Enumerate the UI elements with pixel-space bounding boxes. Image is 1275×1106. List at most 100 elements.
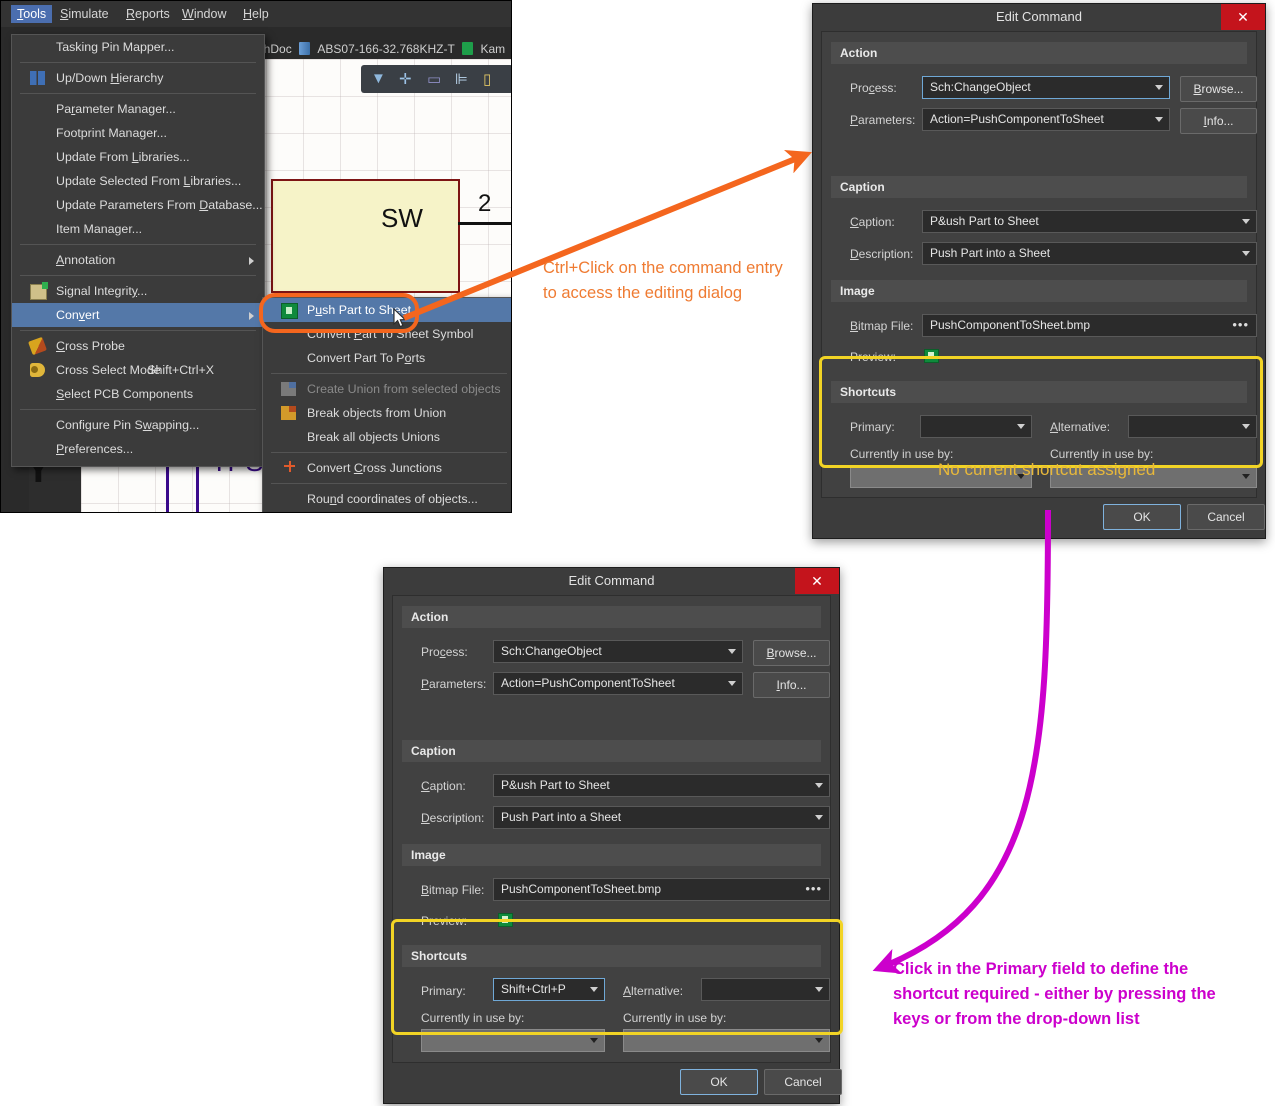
chevron-down-icon[interactable]	[815, 1038, 823, 1043]
filter-icon[interactable]: ▼	[371, 70, 386, 87]
primary-shortcut-field[interactable]: Shift+Ctrl+P	[493, 978, 605, 1001]
menu-item-update-parameters-from-database[interactable]: Update Parameters From Database...	[12, 193, 264, 217]
chevron-down-icon[interactable]	[1242, 474, 1250, 479]
doc-tab-3[interactable]: Kam	[480, 42, 505, 56]
menu-item-update-selected-from-libraries[interactable]: Update Selected From Libraries...	[12, 169, 264, 193]
menu-item-configure-pin-swapping[interactable]: Configure Pin Swapping...	[12, 413, 264, 437]
chevron-down-icon[interactable]	[815, 987, 823, 992]
menu-item-break-objects-from-union[interactable]: Break objects from Union	[263, 401, 511, 425]
menu-item-item-manager[interactable]: Item Manager...	[12, 217, 264, 241]
info-button[interactable]: Info...	[1180, 108, 1257, 134]
application-menubar[interactable]: Tools Simulate Reports Window Help	[1, 1, 511, 27]
tools-dropdown-menu[interactable]: Tasking Pin Mapper... Up/Down Hierarchy …	[11, 34, 265, 467]
menubar-item-simulate[interactable]: Simulate	[54, 5, 115, 23]
caption-label: Caption:	[850, 215, 895, 229]
in-use-alt-label: Currently in use by:	[1050, 447, 1154, 461]
alternative-label: Alternative:	[623, 984, 684, 998]
chevron-down-icon[interactable]	[590, 1038, 598, 1043]
chevron-down-icon[interactable]	[1242, 424, 1250, 429]
chevron-down-icon[interactable]	[1242, 251, 1250, 256]
chevron-down-icon[interactable]	[1155, 85, 1163, 90]
section-header-action: Action	[831, 42, 1247, 64]
chevron-down-icon[interactable]	[728, 681, 736, 686]
pin-number-2: 2	[478, 190, 492, 217]
primary-shortcut-field[interactable]	[920, 415, 1032, 438]
dialog-body: Action Process: Sch:ChangeObject Browse.…	[821, 31, 1257, 498]
chevron-down-icon[interactable]	[815, 815, 823, 820]
caption-field[interactable]: P&ush Part to Sheet	[922, 210, 1257, 233]
menu-item-break-all-objects-unions[interactable]: Break all objects Unions	[263, 425, 511, 449]
menu-item-preferences[interactable]: Preferences...	[12, 437, 264, 461]
edit-command-dialog-top[interactable]: Edit Command ✕ Action Process: Sch:Chang…	[812, 3, 1266, 539]
dialog-titlebar[interactable]: Edit Command ✕	[813, 4, 1265, 30]
browse-button[interactable]: Browse...	[1180, 76, 1257, 102]
doc-tab-2[interactable]: ABS07-166-32.768KHZ-T	[317, 42, 454, 56]
menu-item-cross-probe[interactable]: Cross Probe	[12, 334, 264, 358]
ellipsis-browse-icon[interactable]: •••	[1232, 315, 1249, 336]
bitmap-label: Bitmap File:	[850, 319, 914, 333]
menu-item-footprint-manager[interactable]: Footprint Manager...	[12, 121, 264, 145]
menu-item-convert-part-to-ports[interactable]: Convert Part To Ports	[263, 346, 511, 370]
menu-item-signal-integrity[interactable]: Signal Integrity...	[12, 279, 264, 303]
menu-item-round-coordinates[interactable]: Round coordinates of objects...	[263, 487, 511, 511]
ok-button[interactable]: OK	[680, 1069, 758, 1095]
close-icon[interactable]: ✕	[795, 568, 839, 594]
align-icon[interactable]: ⊫	[455, 70, 468, 88]
chevron-down-icon[interactable]	[1017, 424, 1025, 429]
in-use-alt-field[interactable]	[623, 1029, 830, 1052]
signal-integrity-icon	[30, 282, 48, 300]
document-tab-strip[interactable]: i2c.SchDoc ABS07-166-32.768KHZ-T Kam	[231, 41, 505, 59]
chevron-down-icon[interactable]	[1242, 219, 1250, 224]
menu-item-update-from-libraries[interactable]: Update From Libraries...	[12, 145, 264, 169]
menubar-item-help[interactable]: Help	[237, 5, 275, 23]
dialog-titlebar[interactable]: Edit Command ✕	[384, 568, 839, 594]
menu-item-annotation[interactable]: Annotation	[12, 248, 264, 272]
chevron-down-icon[interactable]	[590, 987, 598, 992]
menu-item-cross-select-mode[interactable]: Cross Select Mode Shift+Ctrl+X	[12, 358, 264, 382]
alternative-shortcut-field[interactable]	[1128, 415, 1257, 438]
menubar-item-reports[interactable]: Reports	[120, 5, 176, 23]
select-area-icon[interactable]: ▭	[427, 70, 441, 88]
chevron-down-icon[interactable]	[815, 783, 823, 788]
ok-button[interactable]: OK	[1103, 504, 1181, 530]
alternative-shortcut-field[interactable]	[701, 978, 830, 1001]
section-header-shortcuts: Shortcuts	[831, 381, 1247, 403]
menubar-item-tools[interactable]: Tools	[11, 5, 53, 23]
menu-item-up-down-hierarchy[interactable]: Up/Down Hierarchy	[12, 66, 264, 90]
parameters-field[interactable]: Action=PushComponentToSheet	[493, 672, 743, 695]
menu-item-convert[interactable]: Convert	[12, 303, 264, 327]
menu-item-tasking-pin-mapper[interactable]: Tasking Pin Mapper...	[12, 35, 264, 59]
cancel-button[interactable]: Cancel	[764, 1069, 842, 1095]
chevron-down-icon[interactable]	[728, 649, 736, 654]
edit-command-dialog-bottom[interactable]: Edit Command ✕ Action Process: Sch:Chang…	[383, 567, 842, 1104]
description-field[interactable]: Push Part into a Sheet	[922, 242, 1257, 265]
process-field[interactable]: Sch:ChangeObject	[493, 640, 743, 663]
ellipsis-browse-icon[interactable]: •••	[805, 879, 822, 900]
cancel-button[interactable]: Cancel	[1187, 504, 1265, 530]
menu-separator	[20, 275, 256, 276]
chevron-down-icon[interactable]	[1155, 117, 1163, 122]
menu-item-parameter-manager[interactable]: Parameter Manager...	[12, 97, 264, 121]
bitmap-file-field[interactable]: PushComponentToSheet.bmp •••	[493, 878, 830, 901]
bitmap-file-field[interactable]: PushComponentToSheet.bmp •••	[922, 314, 1257, 337]
parameters-field[interactable]: Action=PushComponentToSheet	[922, 108, 1170, 131]
section-label: Image	[411, 848, 446, 862]
info-button[interactable]: Info...	[753, 672, 830, 698]
crosshair-icon[interactable]: ✛	[399, 70, 412, 88]
description-field[interactable]: Push Part into a Sheet	[493, 806, 830, 829]
component-icon[interactable]: ▯	[483, 70, 491, 88]
menu-item-convert-cross-junctions[interactable]: Convert Cross Junctions	[263, 456, 511, 480]
in-use-primary-field[interactable]	[421, 1029, 605, 1052]
schematic-toolbar[interactable]: ▼ ✛ ▭ ⊫ ▯	[361, 65, 511, 93]
dialog-body: Action Process: Sch:ChangeObject Browse.…	[392, 595, 831, 1063]
close-icon[interactable]: ✕	[1221, 4, 1265, 30]
menubar-item-window[interactable]: Window	[176, 5, 232, 23]
section-label: Caption	[840, 180, 885, 194]
parameters-value: Action=PushComponentToSheet	[930, 112, 1104, 126]
menu-separator	[271, 483, 507, 484]
caption-field[interactable]: P&ush Part to Sheet	[493, 774, 830, 797]
menu-item-select-pcb-components[interactable]: Select PCB Components	[12, 382, 264, 406]
process-field[interactable]: Sch:ChangeObject	[922, 76, 1170, 99]
browse-button[interactable]: Browse...	[753, 640, 830, 666]
menu-item-label: Signal Integrity...	[56, 284, 148, 298]
